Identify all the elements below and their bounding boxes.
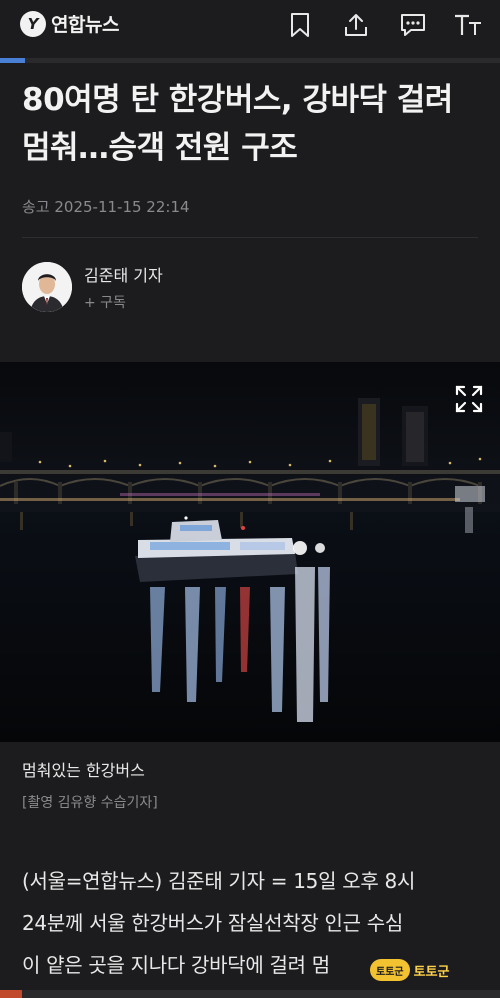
yonhap-logo[interactable]: Y 연합뉴스	[20, 10, 119, 37]
subscribe-button[interactable]: + 구독	[84, 292, 126, 312]
reporter-avatar[interactable]	[22, 262, 72, 312]
body-line-3: 이 얕은 곳을 지나다 강바닥에 걸려 멈	[22, 953, 330, 977]
headline-line-2: 멈춰…승객 전원 구조	[22, 130, 298, 166]
expand-photo-button[interactable]	[450, 380, 488, 418]
night-river-scene	[0, 362, 500, 742]
body-line-1: (서울=연합뉴스) 김준태 기자 = 15일 오후 8시	[22, 869, 416, 893]
bottom-tab	[0, 990, 22, 998]
article-dateline: 송고 2025-11-15 22:14	[22, 198, 190, 216]
reading-progress-bar	[0, 58, 500, 63]
top-bar: Y 연합뉴스	[0, 0, 500, 56]
bottom-strip	[0, 990, 500, 998]
reporter-name[interactable]: 김준태 기자	[84, 262, 163, 286]
article-headline: 80여명 탄 한강버스, 강바닥 걸려 멈춰…승객 전원 구조	[22, 76, 482, 172]
watermark-badge: 토토군	[370, 959, 410, 981]
share-icon[interactable]	[341, 10, 371, 40]
watermark-logo: 토토군 토토군	[370, 955, 492, 985]
photo-caption: 멈춰있는 한강버스	[22, 761, 145, 780]
fullscreen-icon	[455, 385, 483, 413]
body-line-2: 24분께 서울 한강버스가 잠실선착장 인근 수심	[22, 911, 403, 935]
logo-text: 연합뉴스	[51, 14, 119, 36]
photo-credit: [촬영 김유향 수습기자]	[22, 795, 158, 811]
bookmark-icon[interactable]	[285, 10, 315, 40]
font-size-icon[interactable]	[453, 10, 483, 40]
divider	[22, 237, 478, 238]
logo-mark: Y	[20, 10, 46, 37]
article-photo[interactable]	[0, 362, 500, 742]
reading-progress-fill	[0, 58, 25, 63]
comment-icon[interactable]	[398, 10, 428, 40]
watermark-text: 토토군	[413, 964, 450, 980]
headline-line-1: 80여명 탄 한강버스, 강바닥 걸려	[22, 82, 453, 118]
